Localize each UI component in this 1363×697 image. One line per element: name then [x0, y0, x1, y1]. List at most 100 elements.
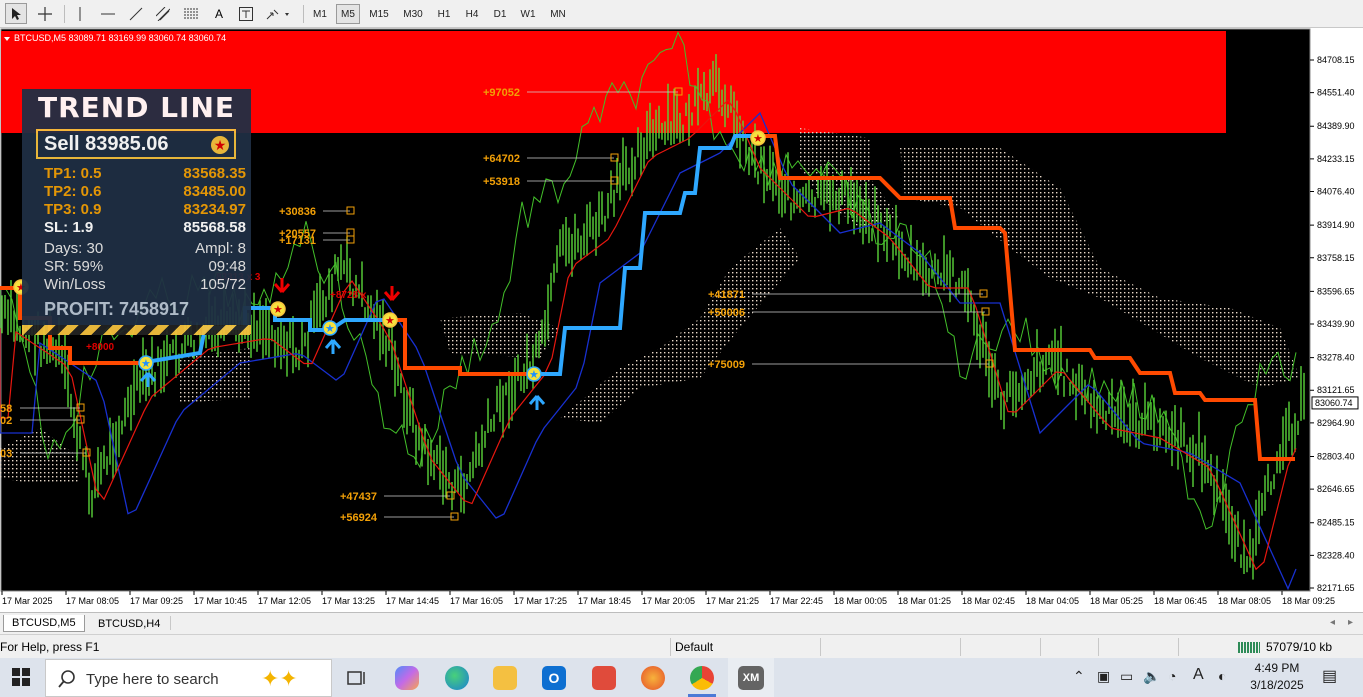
annotation-label: +64702 — [483, 153, 520, 165]
signal-box: Sell 83985.06 ★ — [36, 129, 236, 159]
volume-icon[interactable]: 🔈 — [1143, 668, 1160, 685]
active-app-highlight — [728, 658, 774, 697]
time-label: 18 Mar 09:25 — [1282, 596, 1335, 606]
file-explorer-icon[interactable] — [493, 666, 517, 690]
annotation-label: +56924 — [340, 512, 378, 524]
text-label-button[interactable] — [235, 3, 257, 24]
sl-label: SL: 1.9 — [44, 219, 94, 236]
timeframe-m15-button[interactable]: M15 — [364, 4, 394, 24]
hazard-stripe — [22, 325, 251, 335]
sl-row: SL: 1.9 85568.58 — [44, 219, 246, 236]
time-label: 17 Mar 2025 — [2, 596, 53, 606]
timeframe-w1-button[interactable]: W1 — [516, 4, 540, 24]
time-label: 17 Mar 22:45 — [770, 596, 823, 606]
status-bar: For Help, press F1 Default 57079/10 kb — [0, 634, 1363, 659]
taskbar-search[interactable]: Type here to search ✦✦ — [45, 659, 332, 697]
crosshair-tool-button[interactable] — [34, 3, 56, 24]
tp1-row: TP1: 0.5 83568.35 — [44, 165, 246, 182]
notifications-icon[interactable]: ▤ — [1322, 666, 1337, 686]
cursor-tool-button[interactable] — [5, 3, 27, 24]
windows-start-button[interactable] — [12, 668, 30, 689]
night-light-icon[interactable]: ◐ — [1218, 668, 1226, 684]
system-clock[interactable]: 4:49 PM 3/18/2025 — [1248, 660, 1306, 694]
price-label: 82171.65 — [1317, 583, 1355, 593]
price-label: 82328.40 — [1317, 550, 1355, 560]
horizontal-line-icon — [101, 13, 115, 14]
copilot-icon[interactable] — [395, 666, 419, 690]
annotation-label: 03 — [0, 448, 12, 460]
battery-icon[interactable]: ▭ — [1120, 668, 1133, 685]
toolbar-separator — [303, 5, 304, 23]
trendline-button[interactable] — [125, 3, 147, 24]
timeframe-m30-button[interactable]: M30 — [398, 4, 428, 24]
timeframe-m5-button[interactable]: M5 — [336, 4, 360, 24]
time-label: 18 Mar 00:05 — [834, 596, 887, 606]
language-icon[interactable]: A — [1193, 666, 1204, 684]
time-label: 18 Mar 05:25 — [1090, 596, 1143, 606]
channel-button[interactable] — [152, 3, 174, 24]
price-label: 84389.90 — [1317, 121, 1355, 131]
status-separator — [820, 638, 821, 656]
timeframe-m1-button[interactable]: M1 — [308, 4, 332, 24]
task-view-icon[interactable] — [345, 666, 369, 690]
outlook-icon[interactable]: O — [542, 666, 566, 690]
tab-btcusd-h4[interactable]: BTCUSD,H4 — [90, 615, 168, 632]
tp2-label: TP2: 0.6 — [44, 183, 102, 200]
wifi-icon[interactable]: ◔ — [1168, 668, 1176, 684]
status-separator — [1098, 638, 1099, 656]
clock-time: 4:49 PM — [1254, 661, 1300, 675]
profit-text: PROFIT: 7458917 — [44, 299, 190, 319]
price-label: 84076.40 — [1317, 187, 1355, 197]
annotation-label: +8728 x — [330, 290, 367, 301]
scroll-left-icon[interactable]: ◂ — [1330, 617, 1335, 628]
show-hidden-icons[interactable]: ⌃ — [1073, 668, 1085, 685]
time-label: 18 Mar 06:45 — [1154, 596, 1207, 606]
chrome-icon[interactable] — [690, 666, 714, 690]
winloss-label: Win/Loss — [44, 276, 106, 293]
timeframe-d1-button[interactable]: D1 — [488, 4, 512, 24]
time-label: 17 Mar 16:05 — [450, 596, 503, 606]
clock-date: 3/18/2025 — [1250, 678, 1304, 692]
windows-logo-icon — [12, 668, 30, 686]
annotation-label: 02 — [0, 415, 12, 427]
winloss-value: 105/72 — [200, 276, 246, 293]
time-label: 17 Mar 18:45 — [578, 596, 631, 606]
annotation-label: +17131 — [279, 235, 316, 247]
tab-btcusd-m5[interactable]: BTCUSD,M5 — [3, 615, 85, 632]
tp1-label: TP1: 0.5 — [44, 165, 102, 182]
tp1-value: 83568.35 — [183, 165, 246, 182]
panel-title: TREND LINE — [37, 91, 236, 124]
edge-icon[interactable] — [445, 666, 469, 690]
star-glyph: ★ — [141, 358, 151, 370]
timeframe-h1-button[interactable]: H1 — [432, 4, 456, 24]
sr-row: SR: 59% 09:48 — [44, 258, 246, 275]
fibonacci-icon — [184, 8, 198, 18]
gift-icon[interactable] — [592, 666, 616, 690]
ampl-text: Ampl: 8 — [195, 240, 246, 257]
price-label: 82964.90 — [1317, 418, 1355, 428]
timeframe-h4-button[interactable]: H4 — [460, 4, 484, 24]
current-price-label: 83060.74 — [1315, 398, 1353, 408]
network-adapter-icon[interactable]: ▣ — [1097, 668, 1110, 685]
star-glyph: ★ — [273, 304, 283, 316]
fibonacci-button[interactable] — [180, 3, 202, 24]
text-tool-button[interactable]: A — [208, 3, 230, 24]
scroll-right-icon[interactable]: ▸ — [1348, 617, 1353, 628]
search-highlight-icon: ✦✦ — [261, 666, 298, 691]
horizontal-line-button[interactable] — [97, 3, 119, 24]
star-glyph: ★ — [753, 133, 763, 145]
main-toolbar: A M1 M5 M15 M30 H1 H4 D1 W1 MN — [0, 0, 1363, 28]
star-glyph: ★ — [325, 323, 335, 335]
time-label: 17 Mar 10:45 — [194, 596, 247, 606]
price-label: 82646.65 — [1317, 484, 1355, 494]
vertical-line-button[interactable] — [70, 3, 90, 24]
chart-tabs: BTCUSD,M5 BTCUSD,H4 ◂ ▸ — [0, 612, 1363, 635]
time-label: 18 Mar 04:05 — [1026, 596, 1079, 606]
time-label: 18 Mar 08:05 — [1218, 596, 1271, 606]
time-label: 17 Mar 12:05 — [258, 596, 311, 606]
arrows-dropdown-button[interactable] — [263, 3, 295, 24]
connection-icon — [1238, 642, 1260, 653]
chart-window[interactable]: 84708.15 84551.40 84389.90 84233.15 84076.40… — [0, 28, 1363, 612]
timeframe-mn-button[interactable]: MN — [544, 4, 572, 24]
firefox-icon[interactable] — [641, 666, 665, 690]
